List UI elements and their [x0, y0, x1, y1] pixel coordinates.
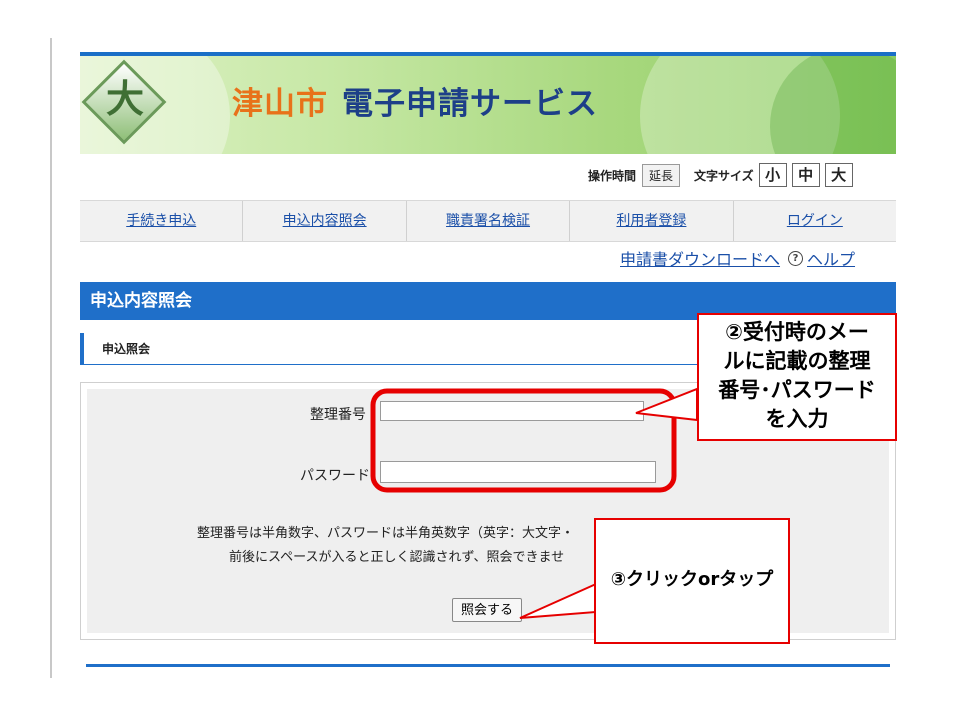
annotation-step2: ②受付時のメー ルに記載の整理 番号･パスワード を入力	[697, 313, 897, 441]
annotation-line: を入力	[765, 407, 829, 431]
annotation-line: 番号･パスワード	[718, 378, 876, 402]
annotation-line: ルに記載の整理	[723, 349, 871, 373]
annotation-step3: ③クリックorタップ	[594, 518, 790, 644]
highlight-input-area	[370, 388, 677, 493]
annotation-line: ②受付時のメー	[725, 320, 869, 344]
callout-pointer-step3	[519, 582, 597, 619]
